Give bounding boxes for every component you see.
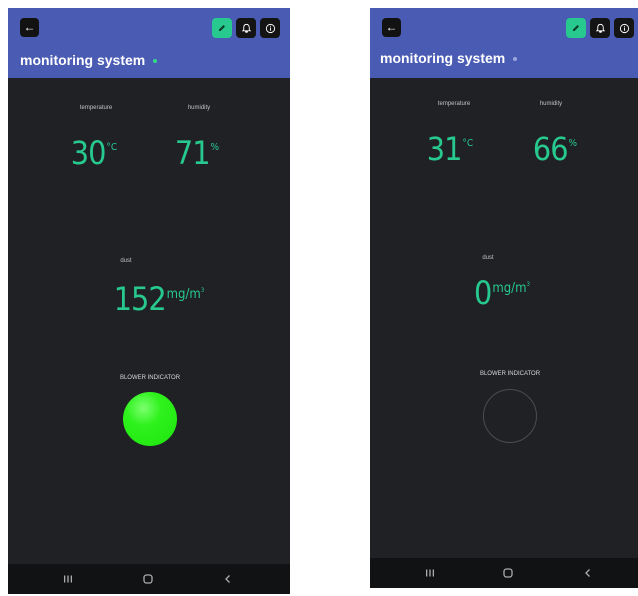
bell-icon (241, 23, 251, 33)
dust-value: 152 (113, 280, 167, 318)
app-bar: ← monitoring system (8, 8, 290, 78)
home-button[interactable] (138, 564, 158, 594)
title-row: monitoring system (380, 50, 518, 66)
dust-label: dust (482, 255, 494, 261)
pencil-icon (219, 25, 225, 31)
edit-button[interactable] (566, 18, 586, 38)
info-button[interactable] (260, 18, 280, 38)
humidity-unit: % (568, 138, 578, 149)
nav-back-button[interactable] (218, 564, 238, 594)
temperature-reading: 30°C (71, 134, 117, 172)
phone-screen-right: ← monitoring system temperature 31°C hum… (370, 8, 638, 588)
dust-value: 0 (474, 274, 492, 312)
arrow-left-icon: ← (385, 20, 398, 34)
status-dot (513, 56, 518, 61)
app-bar-actions (566, 18, 634, 38)
temperature-label: temperature (79, 105, 113, 111)
dust-reading: 152mg/m3 (114, 280, 205, 318)
humidity-label: humidity (187, 105, 211, 111)
info-button[interactable] (614, 18, 634, 38)
temperature-value: 30 (70, 134, 107, 172)
temperature-unit: °C (106, 142, 118, 153)
home-icon (503, 568, 513, 578)
chevron-back-icon (585, 569, 590, 577)
app-bar: ← monitoring system (370, 8, 638, 78)
notification-button[interactable] (590, 18, 610, 38)
dust-unit: mg/m3 (166, 287, 205, 302)
app-bar-actions (212, 18, 280, 38)
info-icon (265, 23, 275, 33)
dust-reading: 0mg/m3 (474, 274, 530, 312)
back-button[interactable]: ← (20, 18, 39, 37)
title-row: monitoring system (20, 52, 158, 68)
temperature-label: temperature (437, 101, 471, 107)
page-title: monitoring system (380, 50, 506, 66)
page-title: monitoring system (20, 52, 146, 68)
edit-button[interactable] (212, 18, 232, 38)
humidity-label: humidity (539, 101, 563, 107)
blower-indicator-label: BLOWER INDICATOR (119, 375, 181, 381)
humidity-reading: 71% (175, 134, 219, 172)
chevron-back-icon (225, 575, 230, 583)
recents-icon (426, 569, 434, 577)
recents-icon (64, 575, 72, 583)
blower-indicator-label: BLOWER INDICATOR (479, 371, 541, 377)
humidity-reading: 66% (533, 130, 577, 168)
humidity-unit: % (210, 142, 220, 153)
android-nav-bar (370, 558, 638, 588)
back-button[interactable]: ← (382, 18, 401, 37)
notification-button[interactable] (236, 18, 256, 38)
info-icon (619, 23, 629, 33)
nav-back-button[interactable] (578, 558, 598, 588)
home-button[interactable] (498, 558, 518, 588)
phone-screen-left: ← monitoring system temperature 30°C hum… (8, 8, 290, 594)
recents-button[interactable] (420, 558, 440, 588)
bell-icon (595, 23, 605, 33)
home-icon (143, 574, 153, 584)
blower-indicator-light (123, 392, 177, 446)
android-nav-bar (8, 564, 290, 594)
temperature-reading: 31°C (427, 130, 473, 168)
pencil-icon (573, 25, 579, 31)
recents-button[interactable] (58, 564, 78, 594)
dust-label: dust (120, 258, 132, 264)
blower-indicator-light (483, 389, 537, 443)
arrow-left-icon: ← (23, 20, 36, 34)
temperature-unit: °C (462, 138, 474, 149)
temperature-value: 31 (426, 130, 463, 168)
humidity-value: 71 (174, 134, 211, 172)
dust-unit: mg/m3 (492, 281, 530, 296)
status-dot (153, 58, 158, 63)
humidity-value: 66 (532, 130, 569, 168)
